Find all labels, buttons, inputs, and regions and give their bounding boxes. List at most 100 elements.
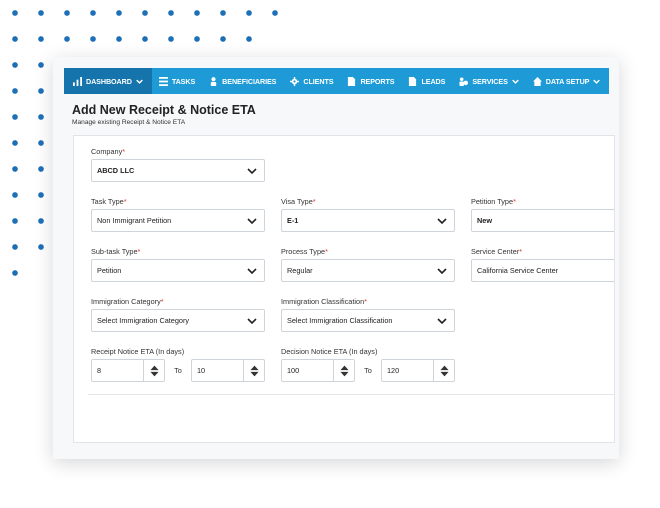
chevron-down-icon (247, 217, 257, 224)
chevron-down-icon (437, 267, 447, 274)
top-navbar: DASHBOARD TASKS BENEFICIARIES CLIENTS RE… (64, 68, 609, 94)
select-value: California Service Center (477, 266, 559, 275)
nav-label: SERVICES (472, 76, 508, 86)
field-label: Task Type (91, 197, 124, 206)
required-mark: * (325, 247, 328, 256)
stepper-buttons[interactable] (143, 360, 164, 381)
field-label: Process Type (281, 247, 326, 256)
select-value: Petition (97, 266, 122, 275)
stepper-buttons[interactable] (243, 360, 264, 381)
nav-leads[interactable]: LEADS (401, 68, 452, 94)
task-type-select[interactable]: Non Immigrant Petition (91, 209, 265, 232)
receipt-eta-field: Receipt Notice ETA (In days) 8 To 10 (91, 346, 265, 382)
stepper-buttons[interactable] (333, 360, 354, 381)
nav-label: LEADS (421, 76, 446, 86)
petition-type-field: Petition Type* New (471, 196, 614, 232)
form-divider (88, 394, 614, 395)
service-center-field: Service Center* California Service Cente… (471, 246, 614, 282)
company-field: Company* ABCD LLC (91, 146, 265, 182)
select-value: ABCD LLC (97, 166, 135, 175)
required-mark: * (122, 147, 126, 156)
chevron-down-icon (136, 79, 143, 84)
select-value: Select Immigration Category (97, 316, 190, 325)
field-label: Sub-task Type (91, 247, 138, 256)
visa-type-select[interactable]: E-1 (281, 209, 455, 232)
stepper-value: 10 (197, 366, 206, 375)
chevron-down-icon (437, 317, 447, 324)
user-group-icon (459, 76, 469, 86)
range-to-label: To (174, 366, 182, 375)
chevron-down-icon (593, 79, 601, 84)
chevron-down-icon (247, 167, 257, 174)
up-down-arrows-icon (249, 365, 259, 376)
chevron-down-icon (247, 267, 257, 274)
select-value: E-1 (287, 216, 299, 225)
bar-chart-icon (73, 76, 82, 86)
nav-clients[interactable]: CLIENTS (283, 68, 340, 94)
petition-type-select[interactable]: New (471, 209, 614, 232)
field-label: Company (91, 147, 123, 156)
select-value: Regular (287, 266, 313, 275)
home-icon (532, 76, 542, 86)
select-value: Select Immigration Classification (287, 316, 393, 325)
up-down-arrows-icon (149, 365, 159, 376)
gear-icon (290, 76, 300, 86)
required-mark: * (312, 197, 316, 206)
up-down-arrows-icon (339, 365, 349, 376)
immigration-classification-field: Immigration Classification* Select Immig… (281, 296, 455, 332)
select-value: Non Immigrant Petition (97, 216, 172, 225)
immigration-category-select[interactable]: Select Immigration Category (91, 309, 265, 332)
decision-eta-field: Decision Notice ETA (In days) 100 To 120 (281, 346, 455, 382)
stepper-value: 100 (287, 366, 300, 375)
field-label: Service Center (471, 247, 520, 256)
nav-label: TASKS (171, 76, 196, 86)
nav-label: DASHBOARD (86, 76, 132, 86)
up-down-arrows-icon (439, 365, 449, 376)
chevron-down-icon (437, 217, 447, 224)
field-label: Visa Type (281, 197, 313, 206)
select-value: New (477, 216, 493, 225)
stepper-buttons[interactable] (433, 360, 454, 381)
nav-label: REPORTS (360, 76, 395, 86)
nav-data-setup[interactable]: DATA SETUP (526, 68, 608, 94)
nav-reports[interactable]: REPORTS (340, 68, 401, 94)
stepper-value: 120 (387, 366, 400, 375)
nav-beneficiaries[interactable]: BENEFICIARIES (202, 68, 283, 94)
required-mark: * (364, 297, 367, 306)
chevron-down-icon (247, 317, 257, 324)
required-mark: * (160, 297, 164, 306)
nav-tasks[interactable]: TASKS (152, 68, 202, 94)
required-mark: * (137, 247, 141, 256)
decision-eta-from-stepper[interactable]: 100 (281, 359, 355, 382)
person-icon (210, 76, 217, 86)
immigration-category-field: Immigration Category* Select Immigration… (91, 296, 265, 332)
subtask-type-field: Sub-task Type* Petition (91, 246, 265, 282)
nav-label: CLIENTS (303, 76, 334, 86)
document-icon (348, 76, 356, 86)
task-type-field: Task Type* Non Immigrant Petition (91, 196, 265, 232)
subtask-type-select[interactable]: Petition (91, 259, 265, 282)
service-center-select[interactable]: California Service Center (471, 259, 614, 282)
required-mark: * (513, 197, 516, 206)
process-type-select[interactable]: Regular (281, 259, 455, 282)
field-label: Receipt Notice ETA (In days) (91, 347, 185, 356)
decision-eta-to-stepper[interactable]: 120 (381, 359, 455, 382)
stepper-value: 8 (97, 366, 102, 375)
field-label: Decision Notice ETA (In days) (281, 347, 378, 356)
range-to-label: To (364, 366, 372, 375)
nav-services[interactable]: SERVICES (452, 68, 525, 94)
receipt-eta-from-stepper[interactable]: 8 (91, 359, 165, 382)
nav-dashboard[interactable]: DASHBOARD (64, 68, 152, 94)
tasks-icon (158, 76, 168, 86)
receipt-eta-to-stepper[interactable]: 10 (191, 359, 265, 382)
immigration-classification-select[interactable]: Select Immigration Classification (281, 309, 455, 332)
form-panel: Company* ABCD LLC Task Type* Non Immigra… (73, 135, 615, 443)
field-label: Immigration Category (91, 297, 161, 306)
chevron-down-icon (511, 79, 519, 84)
process-type-field: Process Type* Regular (281, 246, 455, 282)
nav-label: BENEFICIARIES (222, 76, 277, 86)
field-label: Petition Type (471, 197, 514, 206)
page-title: Add New Receipt & Notice ETA (72, 103, 256, 117)
company-select[interactable]: ABCD LLC (91, 159, 265, 182)
page-subtitle: Manage existing Receipt & Notice ETA (72, 119, 186, 126)
